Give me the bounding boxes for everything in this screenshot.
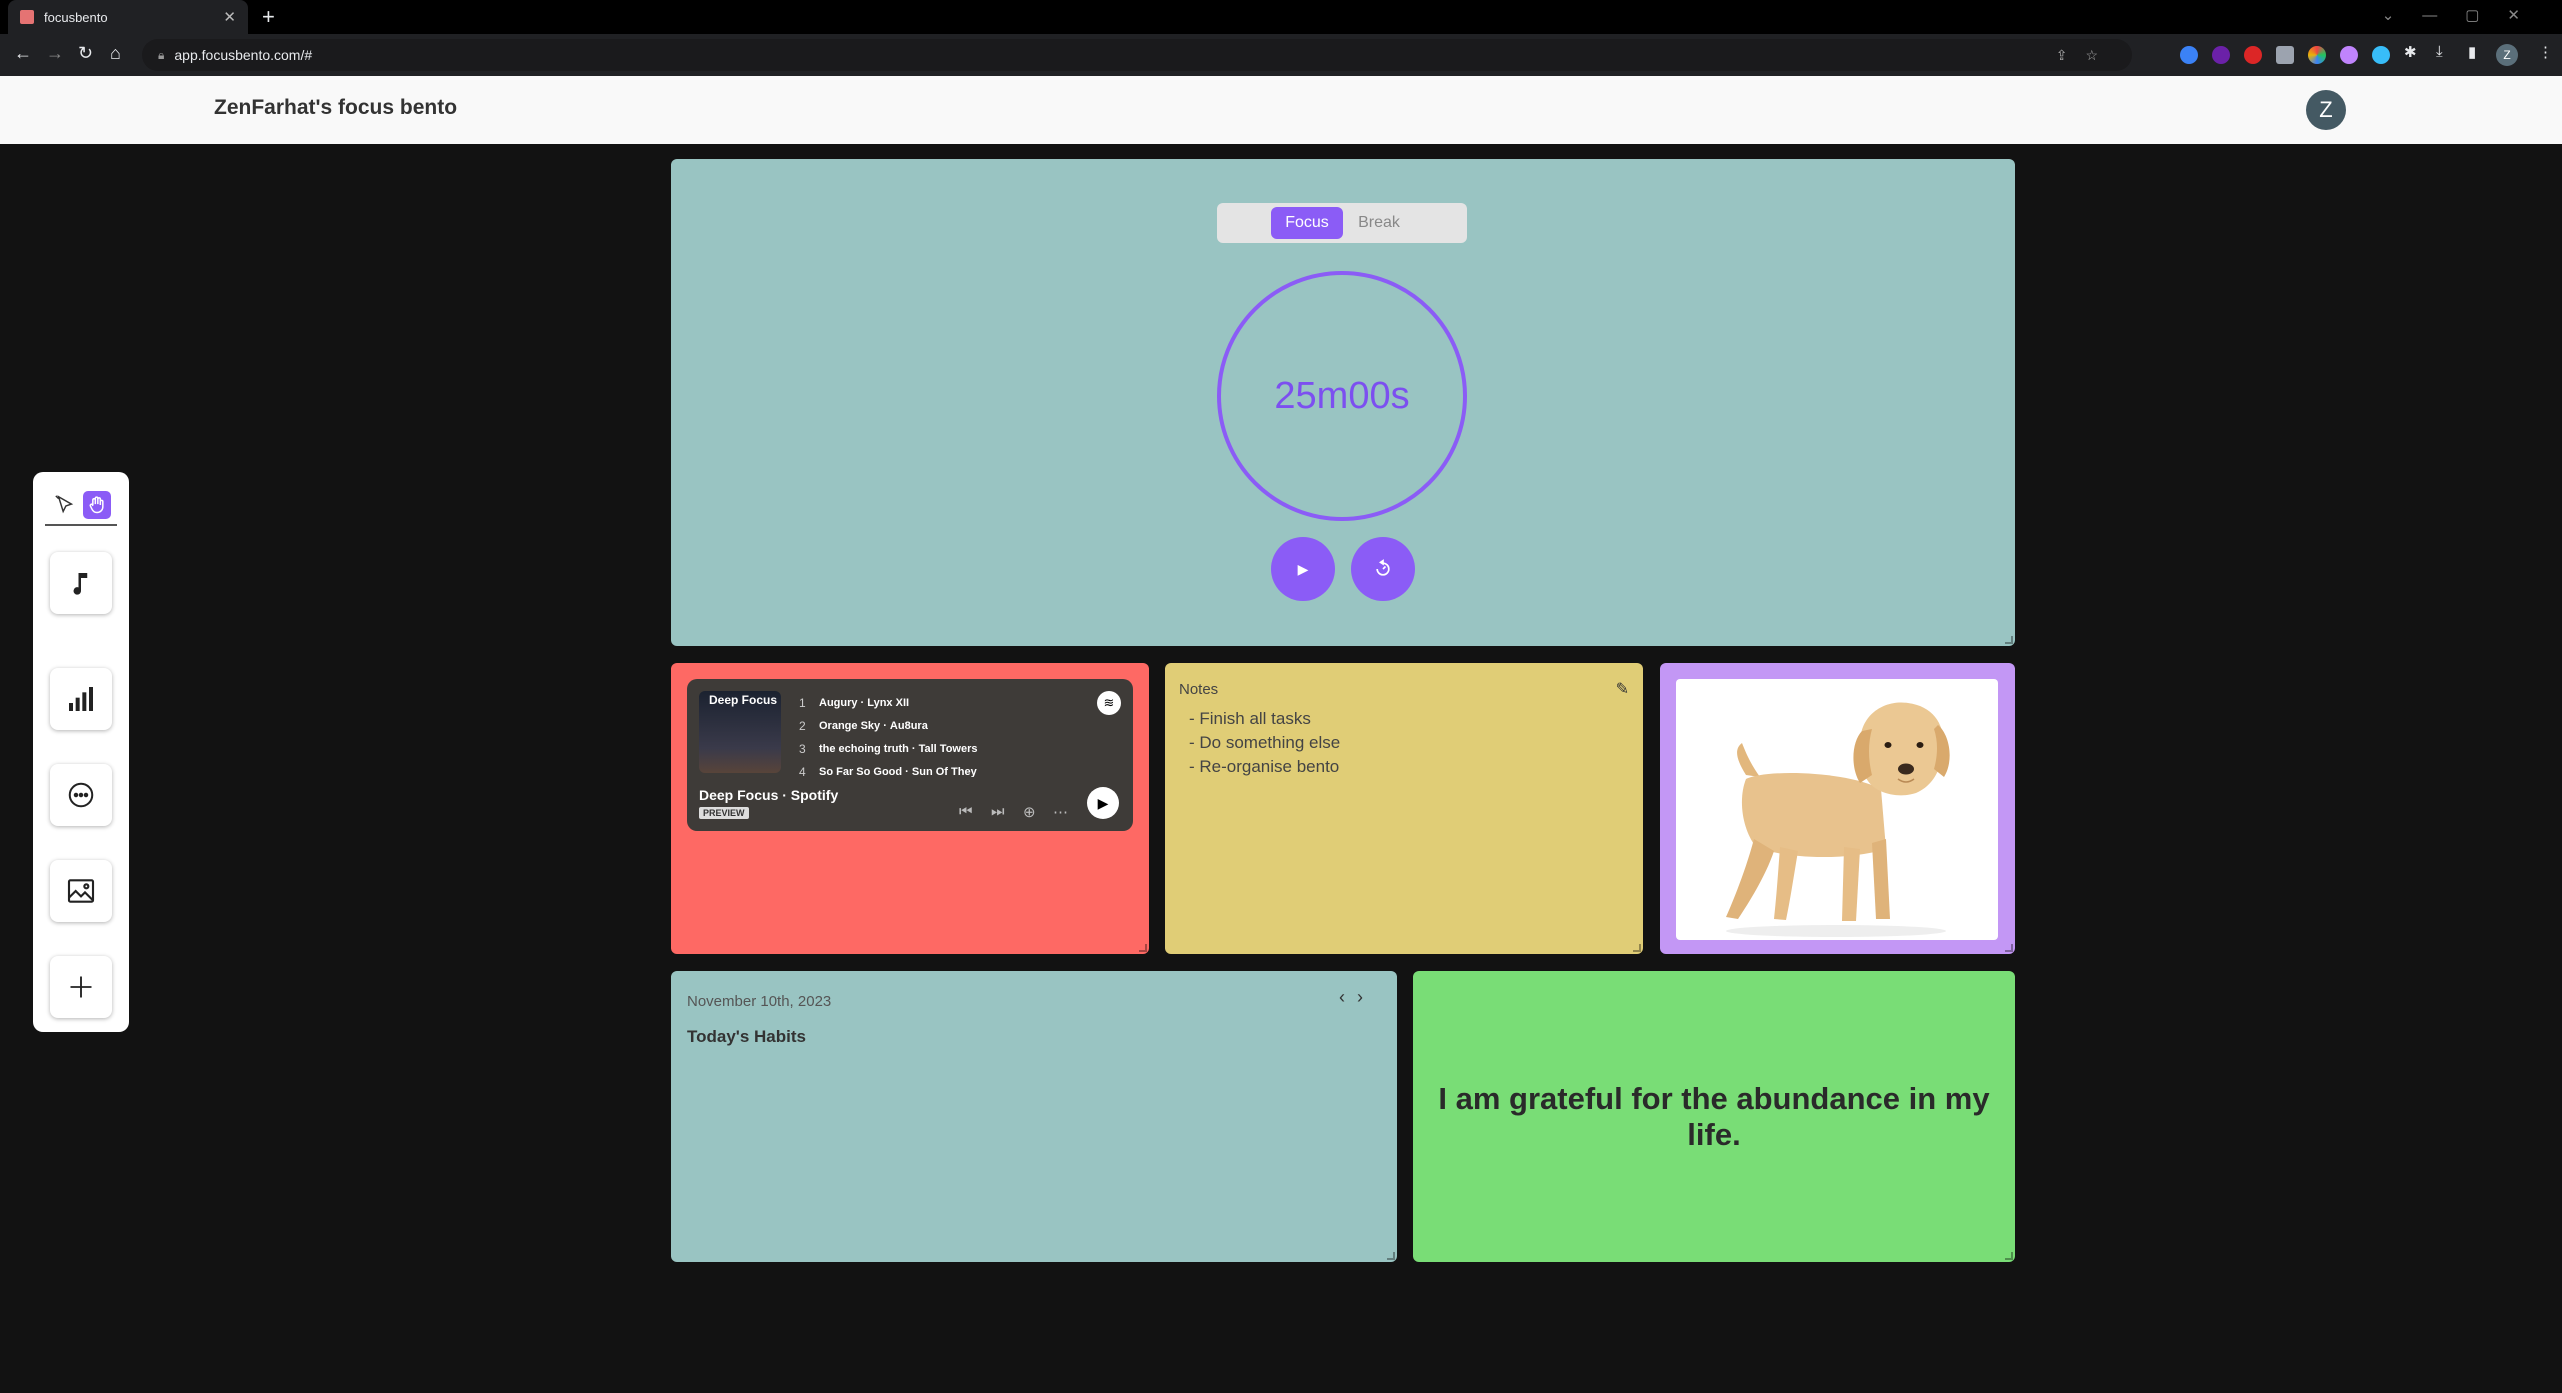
extension-icon[interactable] xyxy=(2180,46,2198,64)
app-header: ZenFarhat's focus bento Z xyxy=(0,76,2562,144)
browser-tab-bar: focusbento ✕ + ⌄—▢✕ xyxy=(0,0,2562,34)
reset-button[interactable] xyxy=(1351,537,1415,601)
image-icon xyxy=(67,879,95,903)
more-options-icon[interactable]: ⋯ xyxy=(1053,803,1068,821)
window-controls[interactable]: ⌄—▢✕ xyxy=(2382,6,2548,24)
play-icon: ▶ xyxy=(1297,560,1309,577)
play-icon: ▶ xyxy=(1097,794,1109,811)
extension-icon[interactable] xyxy=(2276,46,2294,64)
browser-tab-title: focusbento xyxy=(44,9,108,25)
extension-icon[interactable] xyxy=(2244,46,2262,64)
chart-icon xyxy=(69,687,93,711)
resize-handle[interactable] xyxy=(2005,636,2013,644)
puzzle-icon[interactable]: ✱ xyxy=(2404,43,2417,61)
affirmation-text: I am grateful for the abundance in my li… xyxy=(1438,1080,1990,1152)
add-affirmation-button[interactable] xyxy=(50,764,112,826)
previous-track-icon[interactable]: ⏮ xyxy=(959,803,973,820)
menu-icon[interactable]: ⋮ xyxy=(2538,43,2553,61)
resize-handle[interactable] xyxy=(1139,944,1147,952)
notes-widget: Notes ✎ - Finish all tasks - Do somethin… xyxy=(1165,663,1643,954)
list-item: - Re-organise bento xyxy=(1189,757,1340,776)
date-nav: ‹› xyxy=(1339,987,1375,1008)
add-music-button[interactable] xyxy=(50,552,112,614)
home-icon[interactable]: ⌂ xyxy=(110,43,121,64)
list-item[interactable]: 3 the echoing truth · Tall Towers xyxy=(799,737,1089,760)
new-tab-icon[interactable]: + xyxy=(262,4,275,30)
affirmation-widget: I am grateful for the abundance in my li… xyxy=(1413,971,2015,1262)
list-item[interactable]: 4 So Far So Good · Sun Of They xyxy=(799,760,1089,778)
address-bar: ← → ↻ ⌂ 🔒︎ app.focusbento.com/# ⇪☆ ✱ ⤓ ▮… xyxy=(0,34,2562,76)
music-note-icon xyxy=(73,573,88,595)
track-list: 1 Augury · Lynx XII 2 Orange Sky · Au8ura … xyxy=(799,691,1089,778)
play-button[interactable]: ▶ xyxy=(1271,537,1335,601)
habits-date: November 10th, 2023 xyxy=(687,993,832,1010)
mode-switch xyxy=(45,486,117,526)
cover-title: Deep Focus xyxy=(708,693,777,707)
timer-text: 25m00s xyxy=(1274,374,1410,417)
add-chart-button[interactable] xyxy=(50,668,112,730)
forward-icon[interactable]: → xyxy=(46,43,64,64)
close-tab-icon[interactable]: ✕ xyxy=(223,8,236,26)
image-widget xyxy=(1660,663,2015,954)
reset-timer-icon xyxy=(1376,559,1390,576)
resize-handle[interactable] xyxy=(2005,944,2013,952)
favicon-icon xyxy=(20,10,34,24)
add-widget-button[interactable] xyxy=(50,956,112,1018)
list-item: - Finish all tasks xyxy=(1189,709,1311,728)
page-title: ZenFarhat's focus bento xyxy=(214,96,458,119)
mode-toggle: Focus Break xyxy=(1217,203,1467,243)
list-item[interactable]: 1 Augury · Lynx XII xyxy=(799,691,1089,714)
add-to-library-icon[interactable]: ⊕ xyxy=(1023,803,1036,821)
extension-icon[interactable] xyxy=(2372,46,2390,64)
pomodoro-widget: Focus Break 25m00s ▶ xyxy=(671,159,2015,646)
spotify-logo-icon[interactable]: ≋ xyxy=(1097,691,1121,715)
sidepanel-icon[interactable]: ▮ xyxy=(2468,43,2476,61)
select-cursor-icon[interactable] xyxy=(51,491,79,519)
lock-icon: 🔒︎ xyxy=(158,47,165,62)
preview-badge: PREVIEW xyxy=(699,807,749,819)
chevron-left-icon[interactable]: ‹ xyxy=(1339,987,1357,1007)
plus-icon xyxy=(70,976,92,998)
back-icon[interactable]: ← xyxy=(14,43,32,64)
list-item[interactable]: 2 Orange Sky · Au8ura xyxy=(799,714,1089,737)
playlist-name[interactable]: Deep Focus · Spotify xyxy=(699,787,838,803)
pencil-icon[interactable]: ✎ xyxy=(1616,679,1629,699)
chevron-right-icon[interactable]: › xyxy=(1357,987,1375,1007)
spotify-play-button[interactable]: ▶ xyxy=(1087,787,1119,819)
resize-handle[interactable] xyxy=(1633,944,1641,952)
reload-icon[interactable]: ↻ xyxy=(78,43,93,64)
extension-icon[interactable] xyxy=(2212,46,2230,64)
url-text: app.focusbento.com/# xyxy=(174,47,313,63)
spotify-embed: Deep Focus 1 Augury · Lynx XII 2 Orange Sk… xyxy=(687,679,1133,831)
resize-handle[interactable] xyxy=(1387,1252,1395,1260)
next-track-icon[interactable]: ⏭ xyxy=(991,803,1005,820)
add-image-button[interactable] xyxy=(50,860,112,922)
share-bookmark-icons[interactable]: ⇪☆ xyxy=(2056,47,2116,64)
extension-icon[interactable] xyxy=(2308,46,2326,64)
playlist-cover: Deep Focus xyxy=(699,691,781,773)
timer-display: 25m00s xyxy=(1217,271,1467,521)
chat-bubble-icon xyxy=(68,782,94,808)
download-icon[interactable]: ⤓ xyxy=(2436,43,2443,60)
url-input[interactable]: 🔒︎ app.focusbento.com/# ⇪☆ xyxy=(142,39,2132,71)
avatar[interactable]: Z xyxy=(2306,90,2346,130)
habits-title: Today's Habits xyxy=(687,1027,806,1046)
widget-toolbar xyxy=(33,472,129,1032)
notes-list[interactable]: - Finish all tasks - Do something else -… xyxy=(1189,707,1340,779)
hand-pan-icon[interactable] xyxy=(83,491,111,519)
focus-tab[interactable]: Focus xyxy=(1271,207,1343,239)
habits-widget: November 10th, 2023 ‹› Today's Habits xyxy=(671,971,1397,1262)
extension-icon[interactable] xyxy=(2340,46,2358,64)
break-tab[interactable]: Break xyxy=(1343,207,1415,239)
browser-tab[interactable]: focusbento ✕ xyxy=(8,0,248,34)
music-widget: Deep Focus 1 Augury · Lynx XII 2 Orange Sk… xyxy=(671,663,1149,954)
resize-handle[interactable] xyxy=(2005,1252,2013,1260)
list-item: - Do something else xyxy=(1189,733,1341,752)
notes-title: Notes xyxy=(1179,681,1219,698)
browser-profile-avatar[interactable]: Z xyxy=(2496,44,2518,66)
puppy-image xyxy=(1676,679,1998,940)
